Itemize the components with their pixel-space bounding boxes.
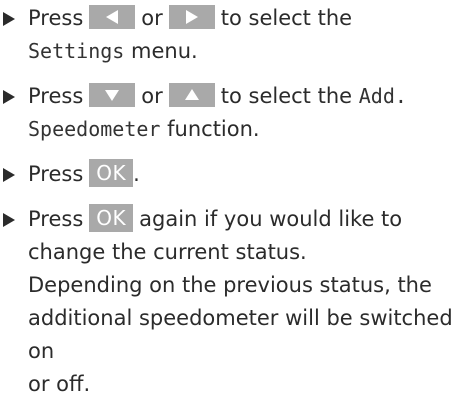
or-text: or (141, 84, 163, 108)
settings-menu-name: Settings (28, 39, 125, 63)
press-text: Press (28, 84, 84, 108)
press-text: Press (28, 162, 84, 186)
step-select-settings: Press or to select the Settings menu. (0, 2, 464, 68)
down-arrow-key-icon (89, 83, 136, 107)
instruction-list: Press or to select the Settings menu. Pres… (0, 0, 464, 396)
right-arrow-key-icon (168, 5, 215, 29)
step-press-ok: Press OK. (0, 158, 464, 191)
step-change-status: Press OK again if you would like to change… (0, 203, 464, 401)
up-arrow-key-icon (168, 83, 215, 107)
note-line1: Depending on the previous status, the (28, 273, 432, 297)
step-select-function: Press or to select the Add. Speedometer fu… (0, 80, 464, 146)
bullet-triangle-icon (3, 12, 15, 26)
left-arrow-key-icon (89, 5, 136, 29)
note-line2: additional speedometer will be switched … (28, 306, 453, 363)
instruction-text: again if you would like to (139, 207, 403, 231)
instruction-text-end: function. (167, 117, 260, 141)
instruction-text: to select the (220, 84, 353, 108)
instruction-text-line2: change the current status. (28, 240, 307, 264)
or-text: or (141, 6, 163, 30)
period-text: . (133, 162, 140, 186)
press-text: Press (28, 207, 84, 231)
function-name-part1: Add. (358, 84, 407, 108)
bullet-triangle-icon (3, 213, 15, 227)
instruction-text-end: menu. (131, 39, 198, 63)
press-text: Press (28, 6, 84, 30)
bullet-triangle-icon (3, 90, 15, 104)
function-name-part2: Speedometer (28, 117, 161, 141)
bullet-triangle-icon (3, 168, 15, 182)
ok-key: OK (89, 204, 134, 232)
ok-key: OK (89, 159, 134, 187)
instruction-text: to select the (220, 6, 353, 30)
note-line3: or off. (28, 372, 91, 396)
